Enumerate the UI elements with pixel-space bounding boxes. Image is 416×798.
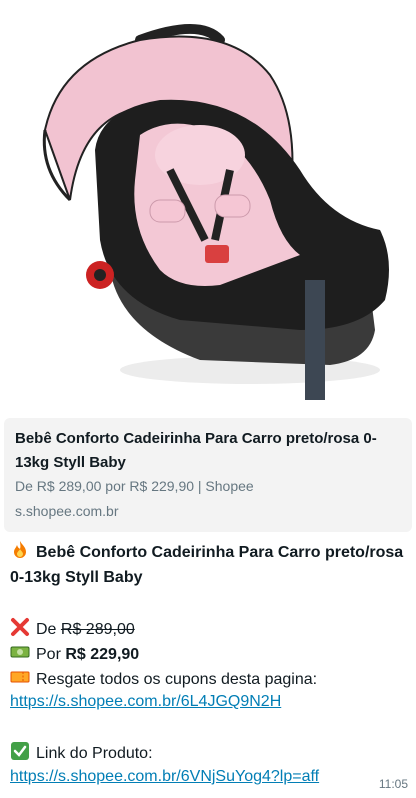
- new-price-label: Por: [36, 646, 61, 663]
- old-price: R$ 289,00: [60, 621, 135, 638]
- product-link-row: https://s.shopee.com.br/6VNjSuYog4?lp=af…: [10, 766, 319, 788]
- new-price: R$ 229,90: [65, 646, 140, 663]
- old-price-label: De: [36, 621, 57, 638]
- message-title: Bebê Conforto Cadeirinha Para Carro pret…: [10, 544, 404, 586]
- product-image[interactable]: [0, 0, 416, 418]
- preview-description: De R$ 289,00 por R$ 229,90 | Shopee: [15, 478, 254, 494]
- coupon-text: Resgate todos os cupons desta pagina:: [36, 671, 318, 688]
- coupon-row: Resgate todos os cupons desta pagina:: [10, 667, 317, 694]
- old-price-row: De R$ 289,00: [10, 617, 135, 644]
- preview-domain: s.shopee.com.br: [15, 503, 119, 519]
- coupon-link-row: https://s.shopee.com.br/6L4JGQ9N2H: [10, 691, 281, 713]
- check-mark-icon: [10, 741, 30, 768]
- link-preview-card[interactable]: Bebê Conforto Cadeirinha Para Carro pret…: [4, 418, 412, 532]
- message-title-row: Bebê Conforto Cadeirinha Para Carro pret…: [10, 540, 406, 589]
- product-link-label-row: Link do Produto:: [10, 741, 153, 768]
- new-price-row: Por R$ 229,90: [10, 642, 139, 669]
- product-link-label: Link do Produto:: [36, 745, 153, 762]
- product-link[interactable]: https://s.shopee.com.br/6VNjSuYog4?lp=af…: [10, 768, 319, 785]
- coupon-link[interactable]: https://s.shopee.com.br/6L4JGQ9N2H: [10, 693, 281, 710]
- ticket-icon: [10, 667, 30, 694]
- message-bubble: Bebê Conforto Cadeirinha Para Carro pret…: [0, 0, 416, 798]
- fire-icon: [10, 540, 30, 567]
- message-timestamp: 11:05: [378, 777, 408, 791]
- car-seat-illustration: [42, 24, 389, 400]
- preview-title: Bebê Conforto Cadeirinha Para Carro pret…: [15, 430, 377, 471]
- cross-mark-icon: [10, 617, 30, 644]
- dollar-banknote-icon: [10, 642, 30, 669]
